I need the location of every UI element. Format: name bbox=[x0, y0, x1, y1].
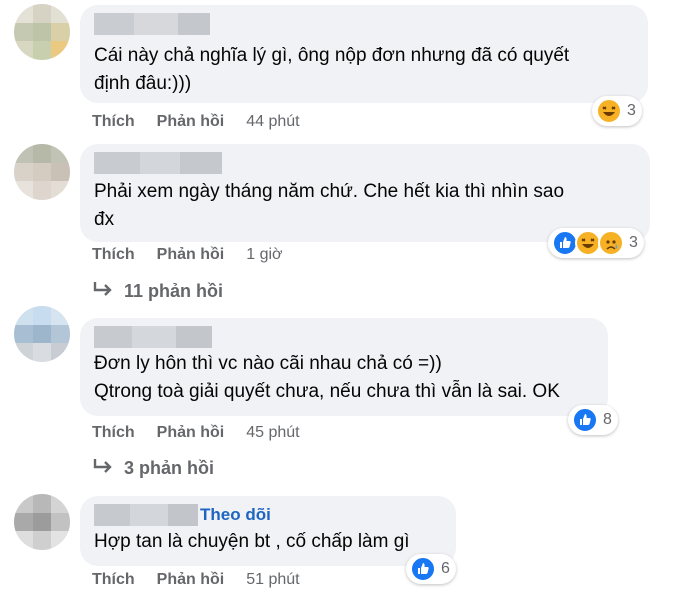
comment-bubble: Đơn ly hôn thì vc nào cãi nhau chả có =)… bbox=[80, 318, 608, 416]
blurred-author-name[interactable] bbox=[94, 326, 212, 348]
reaction-count: 3 bbox=[629, 234, 638, 251]
haha-icon bbox=[596, 98, 622, 124]
follow-button[interactable]: Theo dõi bbox=[200, 505, 271, 525]
avatar[interactable] bbox=[14, 4, 70, 60]
view-replies-link[interactable]: 11 phản hồi bbox=[92, 278, 223, 304]
avatar[interactable] bbox=[14, 306, 70, 362]
replies-count-label: 3 phản hồi bbox=[124, 457, 214, 478]
timestamp[interactable]: 44 phút bbox=[246, 113, 299, 131]
reaction-summary[interactable]: 8 bbox=[568, 405, 618, 435]
comment-bubble: Cái này chả nghĩa lý gì, ông nộp đơn như… bbox=[80, 5, 648, 103]
view-replies-link[interactable]: 3 phản hồi bbox=[92, 455, 214, 481]
blurred-author-name[interactable] bbox=[94, 152, 222, 174]
reaction-summary[interactable]: 3 bbox=[548, 228, 644, 258]
blurred-author-name[interactable] bbox=[94, 504, 198, 526]
avatar[interactable] bbox=[14, 494, 70, 550]
reaction-count: 8 bbox=[603, 411, 612, 428]
comment-text: Hợp tan là chuyện bt , cố chấp làm gì bbox=[94, 531, 410, 552]
sad-icon bbox=[598, 230, 624, 256]
reply-button[interactable]: Phản hồi bbox=[157, 246, 225, 264]
reaction-count: 6 bbox=[441, 560, 450, 577]
comment-actions: Thích Phản hồi 51 phút bbox=[92, 568, 300, 592]
comment-text: Cái này chả nghĩa lý gì, ông nộp đơn như… bbox=[94, 45, 570, 94]
reaction-summary[interactable]: 3 bbox=[592, 96, 642, 126]
reply-button[interactable]: Phản hồi bbox=[157, 113, 225, 131]
like-button[interactable]: Thích bbox=[92, 246, 135, 264]
timestamp[interactable]: 1 giờ bbox=[246, 246, 282, 264]
comment-actions: Thích Phản hồi 44 phút bbox=[92, 110, 300, 134]
reaction-summary[interactable]: 6 bbox=[406, 554, 456, 584]
like-button[interactable]: Thích bbox=[92, 113, 135, 131]
comment-bubble: Theo dõi Hợp tan là chuyện bt , cố chấp … bbox=[80, 496, 456, 566]
reply-arrow-icon bbox=[92, 280, 114, 303]
reply-button[interactable]: Phản hồi bbox=[157, 571, 225, 589]
comment-actions: Thích Phản hồi 45 phút bbox=[92, 421, 300, 445]
timestamp[interactable]: 51 phút bbox=[246, 571, 299, 589]
thumbs-up-icon bbox=[572, 407, 598, 433]
reaction-count: 3 bbox=[627, 102, 636, 119]
comment-text: Phải xem ngày tháng năm chứ. Che hết kia… bbox=[94, 181, 565, 230]
blurred-author-name[interactable] bbox=[94, 13, 210, 35]
reply-button[interactable]: Phản hồi bbox=[157, 424, 225, 442]
avatar[interactable] bbox=[14, 144, 70, 200]
like-button[interactable]: Thích bbox=[92, 424, 135, 442]
comment-actions: Thích Phản hồi 1 giờ bbox=[92, 243, 283, 267]
thumbs-up-icon bbox=[410, 556, 436, 582]
like-button[interactable]: Thích bbox=[92, 571, 135, 589]
replies-count-label: 11 phản hồi bbox=[124, 280, 224, 301]
reply-arrow-icon bbox=[92, 457, 114, 480]
comment-text: Đơn ly hôn thì vc nào cãi nhau chả có =)… bbox=[94, 353, 560, 402]
timestamp[interactable]: 45 phút bbox=[246, 424, 299, 442]
